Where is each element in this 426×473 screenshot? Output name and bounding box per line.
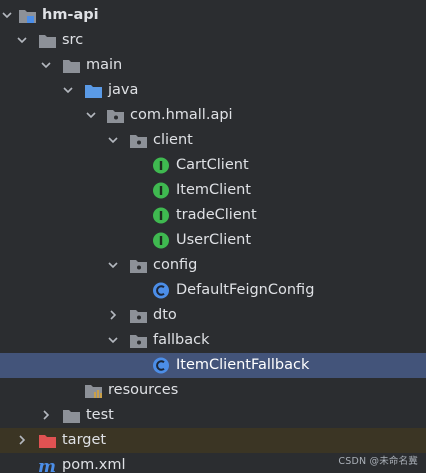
tree-node-label: pom.xml xyxy=(62,457,126,473)
tree-node-userclient[interactable]: UserClient xyxy=(0,228,426,253)
folder-icon xyxy=(39,35,56,48)
tree-node-test[interactable]: test xyxy=(0,403,426,428)
tree-node-client[interactable]: client xyxy=(0,128,426,153)
tree-node-tradeclient[interactable]: tradeClient xyxy=(0,203,426,228)
tree-node-label: target xyxy=(62,432,107,448)
tree-node-label: DefaultFeignConfig xyxy=(176,282,315,298)
chevron-down-icon[interactable] xyxy=(106,258,120,272)
tree-node-config[interactable]: config xyxy=(0,253,426,278)
module-folder-icon xyxy=(19,10,36,23)
maven-icon: m xyxy=(38,457,56,473)
chevron-down-icon[interactable] xyxy=(39,58,53,72)
tree-node-cartclient[interactable]: CartClient xyxy=(0,153,426,178)
package-icon xyxy=(107,110,124,123)
package-icon xyxy=(130,310,147,323)
resources-folder-icon xyxy=(85,385,102,398)
class-icon xyxy=(153,357,169,374)
tree-node-itemclient[interactable]: ItemClient xyxy=(0,178,426,203)
tree-node-label: com.hmall.api xyxy=(130,107,233,123)
chevron-right-icon[interactable] xyxy=(15,433,29,447)
chevron-down-icon[interactable] xyxy=(106,133,120,147)
tree-node-label: ItemClientFallback xyxy=(176,357,310,373)
chevron-down-icon[interactable] xyxy=(106,333,120,347)
tree-node-itemclientfallback[interactable]: ItemClientFallback xyxy=(0,353,426,378)
tree-node-label: fallback xyxy=(153,332,210,348)
tree-node-java[interactable]: java xyxy=(0,78,426,103)
svg-text:m: m xyxy=(38,457,56,473)
tree-node-label: resources xyxy=(108,382,179,398)
interface-icon xyxy=(153,182,169,199)
class-icon xyxy=(153,282,169,299)
tree-node-label: config xyxy=(153,257,198,273)
tree-node-label: ItemClient xyxy=(176,182,251,198)
tree-node-label: src xyxy=(62,32,84,48)
tree-node-src[interactable]: src xyxy=(0,28,426,53)
tree-node-com-hmall-api[interactable]: com.hmall.api xyxy=(0,103,426,128)
tree-node-label: java xyxy=(108,82,139,98)
tree-node-label: hm-api xyxy=(42,7,99,23)
interface-icon xyxy=(153,157,169,174)
package-icon xyxy=(130,260,147,273)
chevron-right-icon[interactable] xyxy=(106,308,120,322)
tree-node-label: tradeClient xyxy=(176,207,257,223)
excluded-folder-icon xyxy=(39,435,56,448)
tree-node-fallback[interactable]: fallback xyxy=(0,328,426,353)
project-tree: hm-api src main java com.hmall.api clien… xyxy=(0,0,426,473)
tree-node-target[interactable]: target xyxy=(0,428,426,453)
package-icon xyxy=(130,135,147,148)
source-folder-icon xyxy=(85,85,102,98)
tree-node-defaultfeignconfig[interactable]: DefaultFeignConfig xyxy=(0,278,426,303)
chevron-right-icon[interactable] xyxy=(39,408,53,422)
watermark: CSDN @未命名冀 xyxy=(338,456,418,467)
chevron-down-icon[interactable] xyxy=(0,8,14,22)
tree-node-label: dto xyxy=(153,307,177,323)
package-icon xyxy=(130,335,147,348)
chevron-down-icon[interactable] xyxy=(61,83,75,97)
tree-node-label: main xyxy=(86,57,123,73)
tree-node-label: CartClient xyxy=(176,157,249,173)
interface-icon xyxy=(153,207,169,224)
tree-node-resources[interactable]: resources xyxy=(0,378,426,403)
tree-node-label: UserClient xyxy=(176,232,252,248)
chevron-down-icon[interactable] xyxy=(15,33,29,47)
tree-node-main[interactable]: main xyxy=(0,53,426,78)
tree-node-hm-api[interactable]: hm-api xyxy=(0,3,426,28)
tree-node-label: client xyxy=(153,132,193,148)
folder-icon xyxy=(63,60,80,73)
chevron-down-icon[interactable] xyxy=(84,108,98,122)
tree-node-label: test xyxy=(86,407,114,423)
tree-node-dto[interactable]: dto xyxy=(0,303,426,328)
folder-icon xyxy=(63,410,80,423)
interface-icon xyxy=(153,232,169,249)
